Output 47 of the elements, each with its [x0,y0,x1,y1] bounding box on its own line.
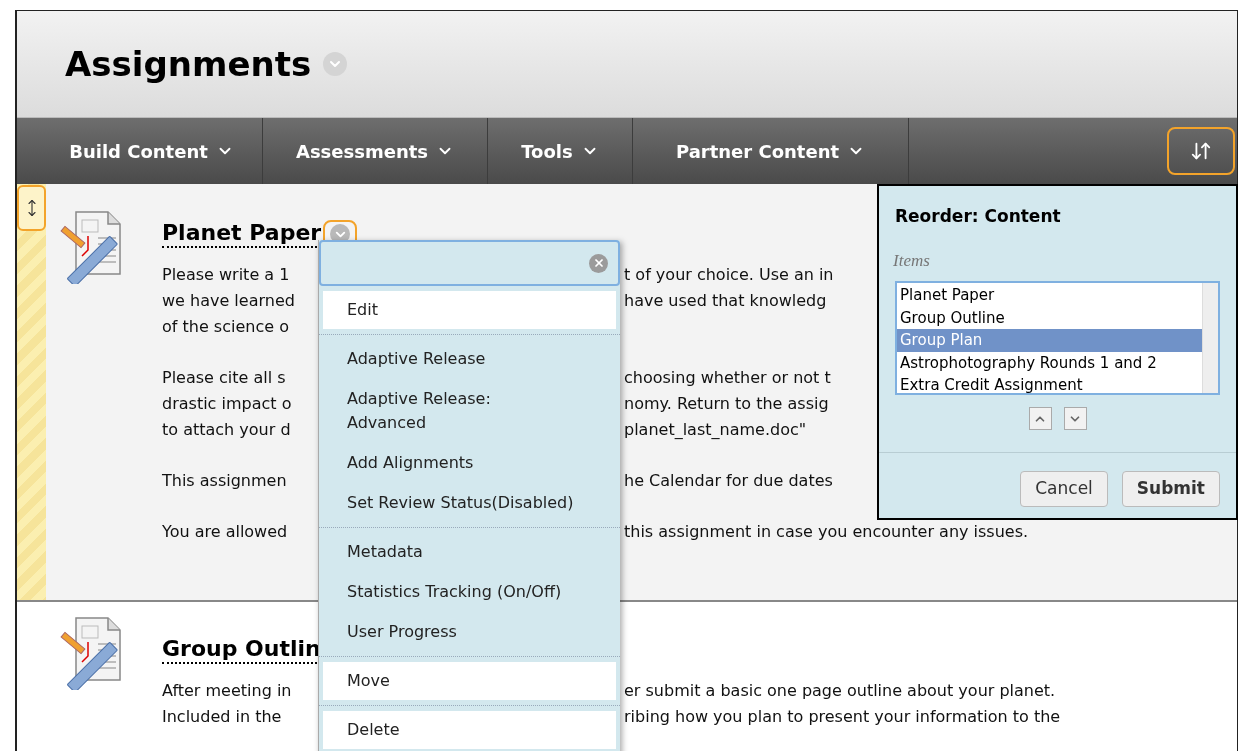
body-text: er submit a basic one page outline about your planet. [624,680,1056,703]
menu-item[interactable]: Metadata [323,532,616,572]
list-option[interactable]: Planet Paper [897,284,1202,307]
menu-item[interactable]: User Progress [323,612,616,652]
move-down-button[interactable] [1063,407,1087,430]
move-up-button[interactable] [1028,407,1052,430]
body-text: of the science o [162,316,290,339]
body-text: t of your choice. Use an in [624,264,834,287]
body-text: planet_last_name.doc" [624,419,807,442]
menu-item[interactable]: Add Alignments [323,443,616,483]
cancel-button[interactable]: Cancel [1020,471,1108,507]
body-text: to attach your d [162,419,292,442]
menu-item[interactable]: Statistics Tracking (On/Off) [323,572,616,612]
body-text: we have learned [162,290,296,313]
body-text: drastic impact o [162,393,293,416]
menu-item[interactable]: Delete [323,711,616,749]
body-text: he Calendar for due dates [624,470,833,493]
list-option[interactable]: Astrophotography Rounds 1 and 2 [897,351,1202,374]
items-listbox[interactable]: Planet Paper Group Outline Group Plan Astrophotography Rounds 1 and 2 Extra Credit Assignment [895,281,1220,395]
assignment-icon [58,208,124,285]
body-text: Please cite all s [162,367,287,390]
body-text: Included in the [162,706,283,729]
menu-item[interactable]: Adaptive Release [323,339,616,379]
close-icon[interactable] [589,253,608,273]
drag-handle[interactable] [17,185,46,232]
body-text: choosing whether or not t [624,367,831,390]
assignment-icon [58,614,124,691]
body-text: ribing how you plan to present your information to the [624,706,1061,729]
menu-item[interactable]: Move [323,662,616,700]
scrollbar[interactable] [1202,283,1218,393]
page-title: Assignments [65,42,312,86]
body-text: this assignment in case you encounter any issues. [624,521,1029,544]
list-label: Items [892,249,931,272]
body-text: Please write a 1 [162,264,291,287]
body-text: After meeting in [162,680,293,703]
body-text: This assignmen [162,470,288,493]
list-option[interactable]: Extra Credit Assignment [897,374,1202,393]
menu-item[interactable]: Adaptive Release: Advanced [323,379,616,443]
body-text: nomy. Return to the assig [624,393,829,416]
menu-item[interactable]: Edit [323,291,616,329]
reorder-button[interactable] [1167,127,1235,176]
body-text: have used that knowledg [624,290,827,313]
list-option[interactable]: Group Outline [897,306,1202,329]
menu-item[interactable]: Set Review Status(Disabled) [323,483,616,523]
body-text: You are allowed [162,521,289,544]
submit-button[interactable]: Submit [1121,471,1220,507]
panel-title: Reorder: Content [894,205,1062,228]
